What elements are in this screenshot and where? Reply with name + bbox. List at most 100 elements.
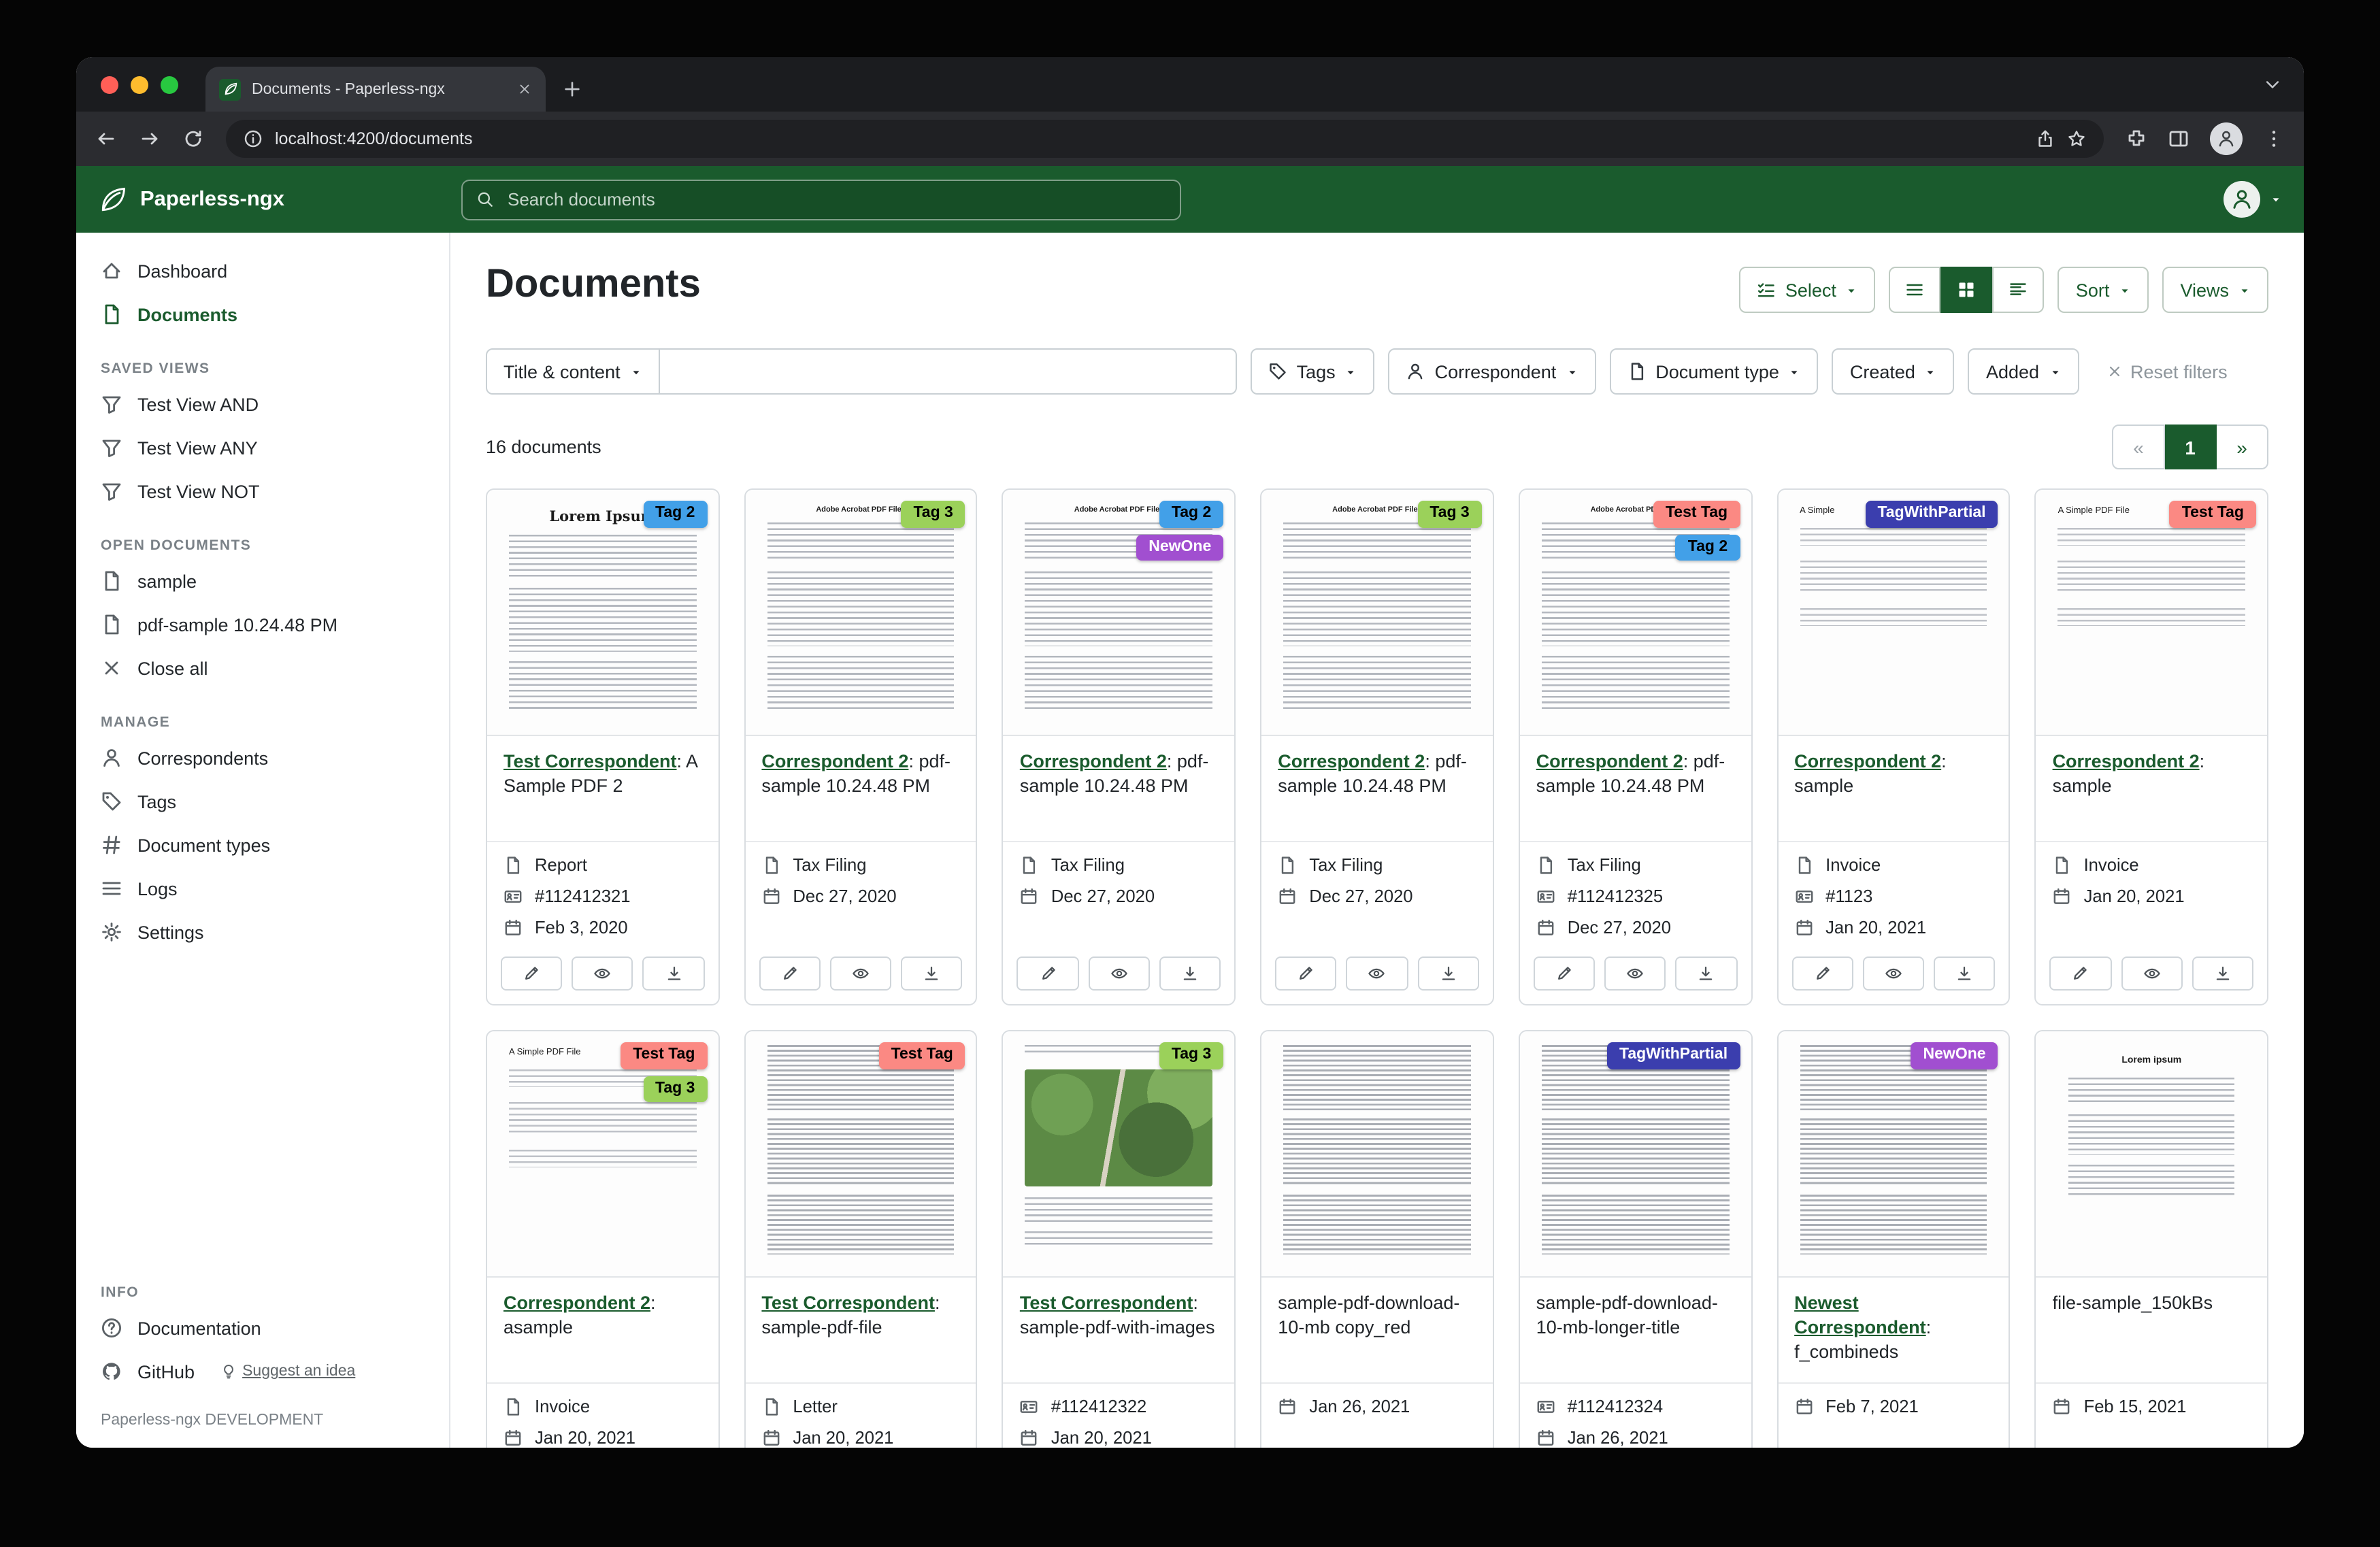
download-button[interactable] [1676, 957, 1737, 991]
preview-button[interactable] [2121, 957, 2182, 991]
forward-button[interactable] [139, 128, 161, 150]
preview-button[interactable] [830, 957, 891, 991]
correspondent-link[interactable]: Correspondent 2 [2053, 751, 2200, 771]
suggest-idea-link[interactable]: Suggest an idea [220, 1363, 355, 1380]
filter-button[interactable]: Added [1968, 348, 2079, 395]
browser-profile-avatar[interactable] [2210, 122, 2243, 155]
document-thumbnail[interactable]: Adobe Acrobat PDF Files Tag 3 [1261, 490, 1492, 736]
document-type-row[interactable]: Tax Filing [1278, 854, 1476, 875]
address-bar[interactable]: localhost:4200/documents [226, 120, 2104, 158]
document-title-link[interactable]: Correspondent 2: sample [2036, 736, 2267, 842]
sidebar-item[interactable]: Dashboard [76, 249, 449, 293]
document-title-link[interactable]: Test Correspondent: sample-pdf-with-imag… [1004, 1278, 1234, 1384]
document-type-row[interactable]: Invoice [1794, 854, 1992, 875]
correspondent-link[interactable]: Correspondent 2 [1794, 751, 1941, 771]
search-input[interactable] [505, 188, 1166, 211]
tab-close-icon[interactable] [517, 82, 532, 97]
sidebar-item[interactable]: pdf-sample 10.24.48 PM [76, 603, 449, 646]
asn-row[interactable]: #1123 [1794, 886, 1992, 906]
correspondent-link[interactable]: Correspondent 2 [503, 1293, 650, 1313]
tag-badge[interactable]: Tag 3 [1159, 1042, 1223, 1069]
correspondent-link[interactable]: Test Correspondent [503, 751, 677, 771]
document-thumbnail[interactable]: Lorem Ipsum Tag 2 [487, 490, 718, 736]
minimize-window-button[interactable] [131, 76, 148, 94]
sidebar-item[interactable]: Close all [76, 646, 449, 690]
filter-button[interactable]: Correspondent [1389, 348, 1596, 395]
select-button[interactable]: Select [1739, 267, 1876, 313]
sidebar-item[interactable]: GitHub Suggest an idea [76, 1350, 449, 1393]
document-title-link[interactable]: Test Correspondent: A Sample PDF 2 [487, 736, 718, 842]
new-tab-button[interactable] [562, 79, 582, 99]
close-window-button[interactable] [101, 76, 118, 94]
document-title-link[interactable]: Correspondent 2: asample [487, 1278, 718, 1384]
tag-badge[interactable]: Test Tag [1653, 501, 1740, 527]
document-title-link[interactable]: Correspondent 2: pdf-sample 10.24.48 PM [745, 736, 976, 842]
tag-badge[interactable]: Tag 3 [643, 1076, 707, 1102]
tag-badge[interactable]: Tag 2 [643, 501, 707, 527]
edit-button[interactable] [501, 957, 562, 991]
app-brand[interactable]: Paperless-ngx [98, 184, 461, 214]
back-button[interactable] [95, 128, 117, 150]
document-thumbnail[interactable]: A Simple TagWithPartial [1778, 490, 2009, 736]
edit-button[interactable] [1275, 957, 1336, 991]
correspondent-link[interactable]: Correspondent 2 [1536, 751, 1683, 771]
tag-badge[interactable]: Tag 2 [1676, 534, 1740, 561]
browser-menu-kebab-icon[interactable] [2263, 128, 2285, 150]
document-type-row[interactable]: Invoice [503, 1396, 701, 1416]
grid-view-button[interactable] [1941, 267, 1993, 313]
sidebar-item[interactable]: Correspondents [76, 736, 449, 780]
correspondent-link[interactable]: Correspondent 2 [761, 751, 908, 771]
extensions-icon[interactable] [2126, 128, 2147, 150]
share-icon[interactable] [2036, 129, 2055, 148]
next-page-button[interactable]: » [2217, 425, 2268, 469]
document-type-row[interactable]: Report [503, 854, 701, 875]
filter-button[interactable]: Document type [1609, 348, 1819, 395]
sidebar-item[interactable]: Test View ANY [76, 426, 449, 469]
document-thumbnail[interactable]: NewOne [1778, 1031, 2009, 1278]
download-button[interactable] [1159, 957, 1221, 991]
sidebar-item[interactable]: Logs [76, 867, 449, 910]
document-thumbnail[interactable]: Adobe Acrobat PDF Files Tag 3 [745, 490, 976, 736]
document-title-link[interactable]: file-sample_150kBs [2036, 1278, 2267, 1384]
sidebar-item[interactable]: Document types [76, 823, 449, 867]
correspondent-link[interactable]: Correspondent 2 [1020, 751, 1167, 771]
site-info-icon[interactable] [244, 129, 263, 148]
sidebar-item[interactable]: Documents [76, 293, 449, 336]
preview-button[interactable] [572, 957, 633, 991]
edit-button[interactable] [2050, 957, 2111, 991]
filter-button[interactable]: Tags [1251, 348, 1375, 395]
views-button[interactable]: Views [2162, 267, 2268, 313]
filter-button[interactable]: Created [1832, 348, 1955, 395]
search-field-dropdown[interactable]: Title & content [486, 348, 660, 395]
download-button[interactable] [1417, 957, 1478, 991]
tag-badge[interactable]: Test Tag [879, 1042, 965, 1069]
document-type-row[interactable]: Letter [761, 1396, 959, 1416]
document-thumbnail[interactable]: Test Tag [745, 1031, 976, 1278]
tag-badge[interactable]: Tag 3 [1417, 501, 1481, 527]
document-title-link[interactable]: Correspondent 2: sample [1778, 736, 2009, 842]
document-thumbnail[interactable] [1261, 1031, 1492, 1278]
tag-badge[interactable]: Test Tag [2170, 501, 2256, 527]
edit-button[interactable] [1534, 957, 1595, 991]
tag-badge[interactable]: Tag 3 [901, 501, 965, 527]
sidebar-item[interactable]: Tags [76, 780, 449, 823]
document-title-link[interactable]: Correspondent 2: pdf-sample 10.24.48 PM [1261, 736, 1492, 842]
document-type-row[interactable]: Tax Filing [1536, 854, 1734, 875]
edit-button[interactable] [759, 957, 820, 991]
preview-button[interactable] [1863, 957, 1924, 991]
correspondent-link[interactable]: Newest Correspondent [1794, 1293, 1926, 1337]
details-view-button[interactable] [1993, 267, 2045, 313]
preview-button[interactable] [1346, 957, 1408, 991]
current-page-button[interactable]: 1 [2165, 425, 2217, 469]
document-title-link[interactable]: Correspondent 2: pdf-sample 10.24.48 PM [1004, 736, 1234, 842]
browser-tab[interactable]: Documents - Paperless-ngx [205, 67, 546, 112]
sidebar-item[interactable]: Test View AND [76, 382, 449, 426]
document-title-link[interactable]: Correspondent 2: pdf-sample 10.24.48 PM [1520, 736, 1751, 842]
sidebar-item[interactable]: Documentation [76, 1306, 449, 1350]
tab-search-chevron-icon[interactable] [2263, 75, 2282, 94]
asn-row[interactable]: #112412325 [1536, 886, 1734, 906]
document-thumbnail[interactable]: A Simple PDF File Test Tag [487, 1031, 718, 1278]
sidebar-item[interactable]: sample [76, 559, 449, 603]
previous-page-button[interactable]: « [2112, 425, 2165, 469]
document-title-link[interactable]: Test Correspondent: sample-pdf-file [745, 1278, 976, 1384]
